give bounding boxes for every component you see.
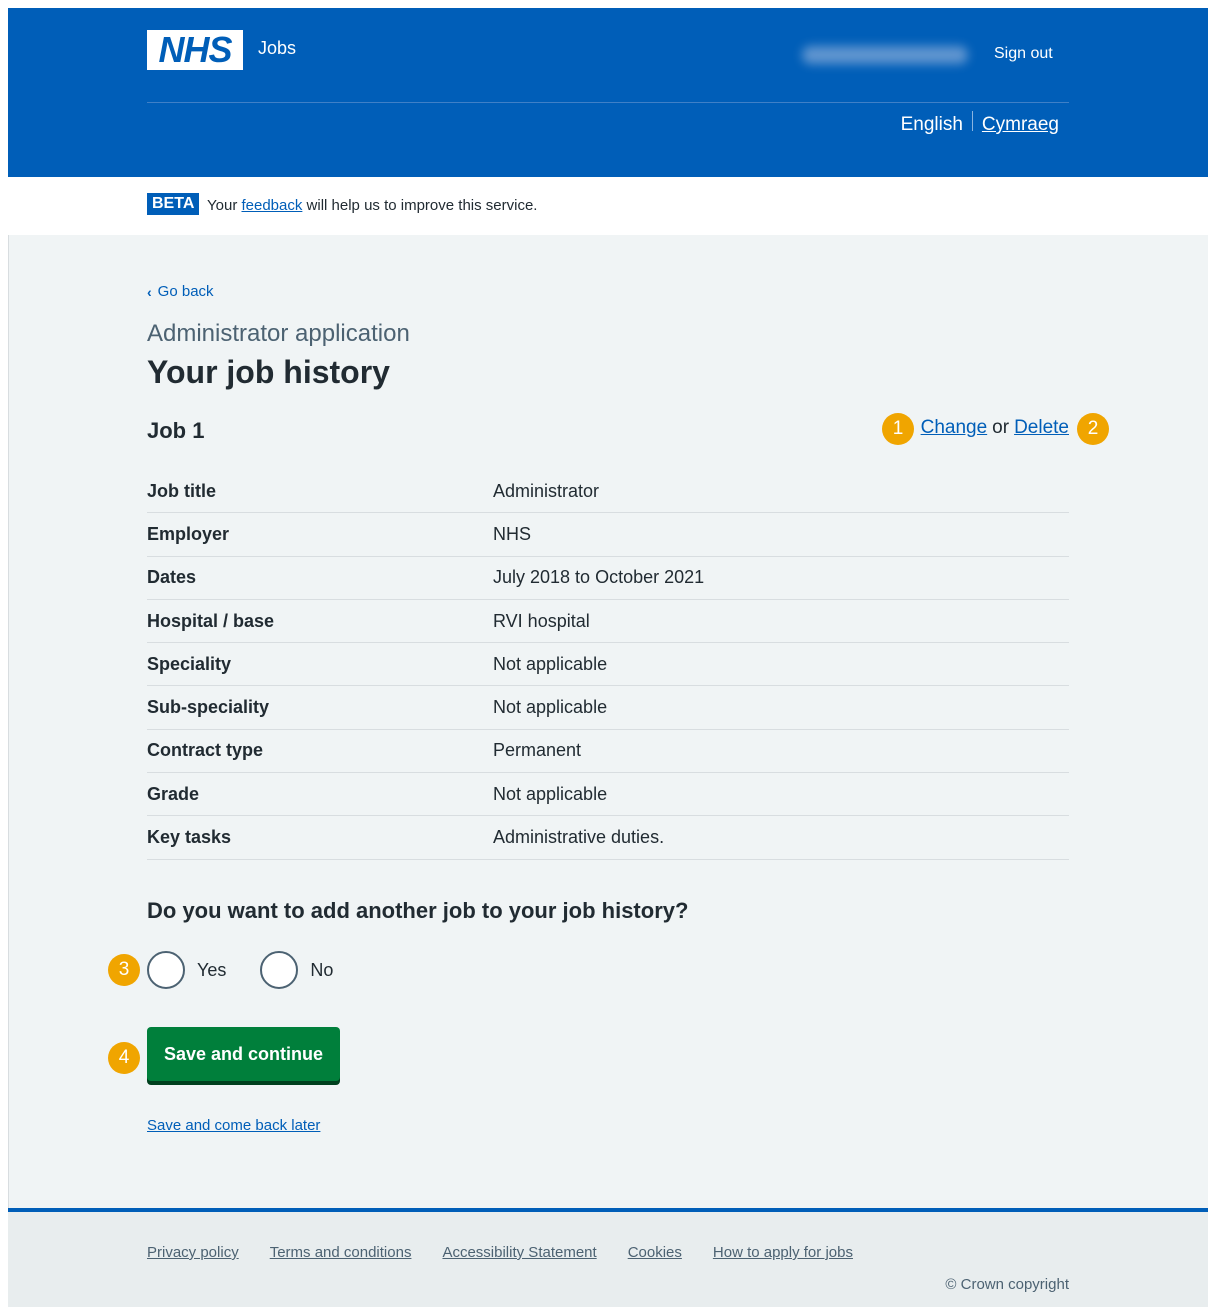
job-actions: Change or Delete	[920, 417, 1069, 439]
page-title: Your job history	[147, 354, 390, 390]
beta-text: Your feedback will help us to improve th…	[207, 197, 538, 214]
change-link[interactable]: Change	[921, 417, 988, 439]
summary-row: Key tasks Administrative duties.	[147, 816, 1069, 860]
beta-banner: BETA Your feedback will help us to impro…	[8, 177, 1208, 235]
step-marker-2: 2	[1077, 413, 1109, 445]
service-name[interactable]: Jobs	[258, 38, 296, 59]
chevron-left-icon: ‹	[147, 283, 152, 300]
summary-row: Employer NHS	[147, 513, 1069, 557]
summary-row: Contract type Permanent	[147, 730, 1069, 774]
job-heading: Job 1	[147, 418, 205, 443]
radio-yes[interactable]: Yes	[147, 951, 226, 989]
add-job-question: Do you want to add another job to your j…	[147, 898, 689, 923]
summary-row: Job title Administrator	[147, 470, 1069, 514]
save-and-continue-button[interactable]: Save and continue	[147, 1027, 340, 1081]
step-marker-1: 1	[882, 413, 914, 445]
language-switcher: English Cymraeg	[900, 111, 1059, 136]
lang-english: English	[900, 114, 963, 135]
nhs-logo[interactable]: NHS	[147, 30, 243, 70]
header-divider	[147, 102, 1069, 103]
blurred-username	[802, 46, 968, 64]
footer-link-how-to-apply[interactable]: How to apply for jobs	[713, 1244, 853, 1261]
lang-cymraeg-link[interactable]: Cymraeg	[982, 114, 1059, 136]
radio-yes-circle[interactable]	[147, 951, 185, 989]
feedback-link[interactable]: feedback	[241, 197, 302, 214]
page-caption: Administrator application	[147, 320, 410, 347]
footer-link-privacy[interactable]: Privacy policy	[147, 1244, 239, 1261]
footer-link-terms[interactable]: Terms and conditions	[270, 1244, 412, 1261]
radio-no-circle[interactable]	[260, 951, 299, 989]
beta-tag: BETA	[147, 193, 200, 215]
summary-row: Hospital / base RVI hospital	[147, 600, 1069, 644]
site-footer: Privacy policy Terms and conditions Acce…	[8, 1208, 1208, 1307]
summary-row: Speciality Not applicable	[147, 643, 1069, 687]
copyright: © Crown copyright	[945, 1276, 1069, 1293]
go-back-link[interactable]: ‹ Go back	[147, 283, 214, 300]
job-summary-list: Job title Administrator Employer NHS Dates…	[147, 470, 1069, 860]
add-job-radios: Yes No	[147, 951, 367, 989]
summary-row: Dates July 2018 to October 2021	[147, 557, 1069, 600]
save-and-come-back-later-link[interactable]: Save and come back later	[147, 1117, 320, 1134]
step-marker-3: 3	[108, 954, 140, 986]
footer-link-accessibility[interactable]: Accessibility Statement	[442, 1244, 596, 1261]
sign-out-link[interactable]: Sign out	[994, 45, 1053, 63]
footer-link-cookies[interactable]: Cookies	[628, 1244, 682, 1261]
lang-separator	[971, 111, 973, 131]
summary-row: Grade Not applicable	[147, 773, 1069, 817]
summary-row: Sub-speciality Not applicable	[147, 686, 1069, 730]
step-marker-4: 4	[108, 1042, 140, 1074]
footer-links: Privacy policy Terms and conditions Acce…	[147, 1244, 853, 1261]
radio-no[interactable]: No	[260, 951, 333, 989]
site-header: NHS Jobs Sign out English Cymraeg	[8, 8, 1208, 177]
delete-link[interactable]: Delete	[1014, 417, 1069, 439]
